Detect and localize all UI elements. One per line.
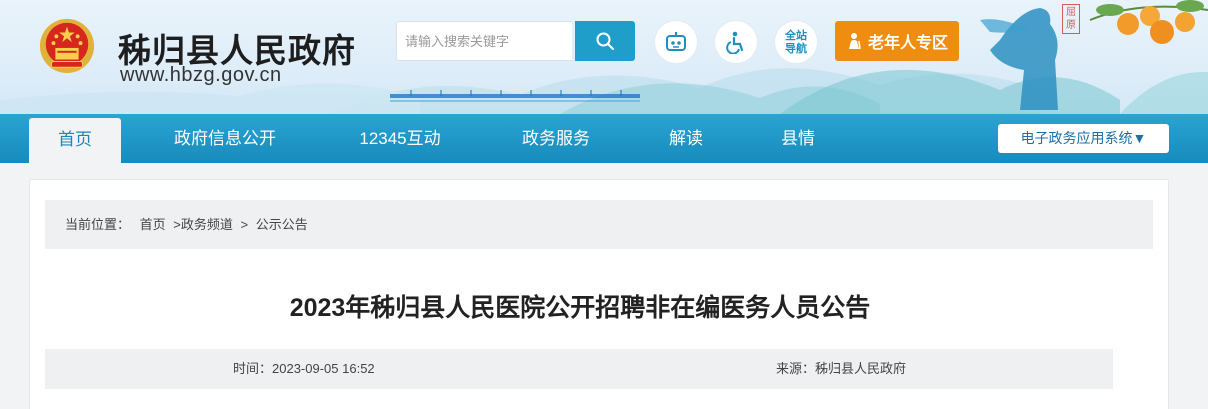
accessibility-button[interactable] [715,21,757,63]
article-title: 2023年秭归县人民医院公开招聘非在编医务人员公告 [289,294,871,322]
site-navigation-label: 全站导航 [785,29,807,55]
breadcrumb-home[interactable]: 首页 [140,217,166,232]
site-domain: www.hbzg.gov.cn [120,64,282,86]
robot-icon [666,32,686,51]
breadcrumb: 当前位置： 首页 >政务频道 > 公示公告 [45,200,1153,249]
time-label: 时间： [233,361,273,376]
breadcrumb-gov-channel[interactable]: >政务频道 [173,217,233,232]
elder-zone-label: 老年人专区 [867,33,948,52]
search-input[interactable] [396,21,572,61]
breadcrumb-notice[interactable]: 公示公告 [256,217,308,232]
nav-item-home[interactable]: 首页 [29,118,121,167]
source-label: 来源： [776,361,816,376]
article-time: 时间：2023-09-05 16:52 [233,349,375,389]
source-value: 秭归县人民政府 [815,361,907,376]
nav-item-interpretation[interactable]: 解读 [650,114,722,163]
main-nav: 首页 政府信息公开 12345互动 政务服务 解读 县情 电子政务应用系统▼ [0,114,1208,167]
breadcrumb-prefix: 当前位置： [65,217,131,232]
national-emblem-icon [39,18,95,74]
nav-item-gov-service[interactable]: 政务服务 [500,114,612,163]
nav-item-12345[interactable]: 12345互动 [330,114,470,163]
site-navigation-button[interactable]: 全站导航 [775,21,817,63]
robot-assistant-button[interactable] [655,21,697,63]
accessibility-icon [726,31,744,54]
search-icon [596,32,614,50]
nav-item-county-info[interactable]: 县情 [762,114,834,163]
orange-branch-decoration [1089,0,1208,44]
search-button[interactable] [575,21,635,61]
elder-person-icon [848,33,861,50]
eservice-dropdown[interactable]: 电子政务应用系统▼ [998,124,1169,153]
article-source: 来源：秭归县人民政府 [776,349,906,389]
qu-yuan-seal: 屈原 [1062,4,1080,34]
article-meta: 时间：2023-09-05 16:52 来源：秭归县人民政府 [45,349,1113,389]
elder-zone-button[interactable]: 老年人专区 [835,21,959,61]
nav-item-gov-info[interactable]: 政府信息公开 [150,114,300,163]
site-header: 秭归县人民政府 www.hbzg.gov.cn 全站导航 老年人专 [0,0,1208,114]
time-value: 2023-09-05 16:52 [272,361,375,376]
breadcrumb-separator: > [240,217,249,232]
